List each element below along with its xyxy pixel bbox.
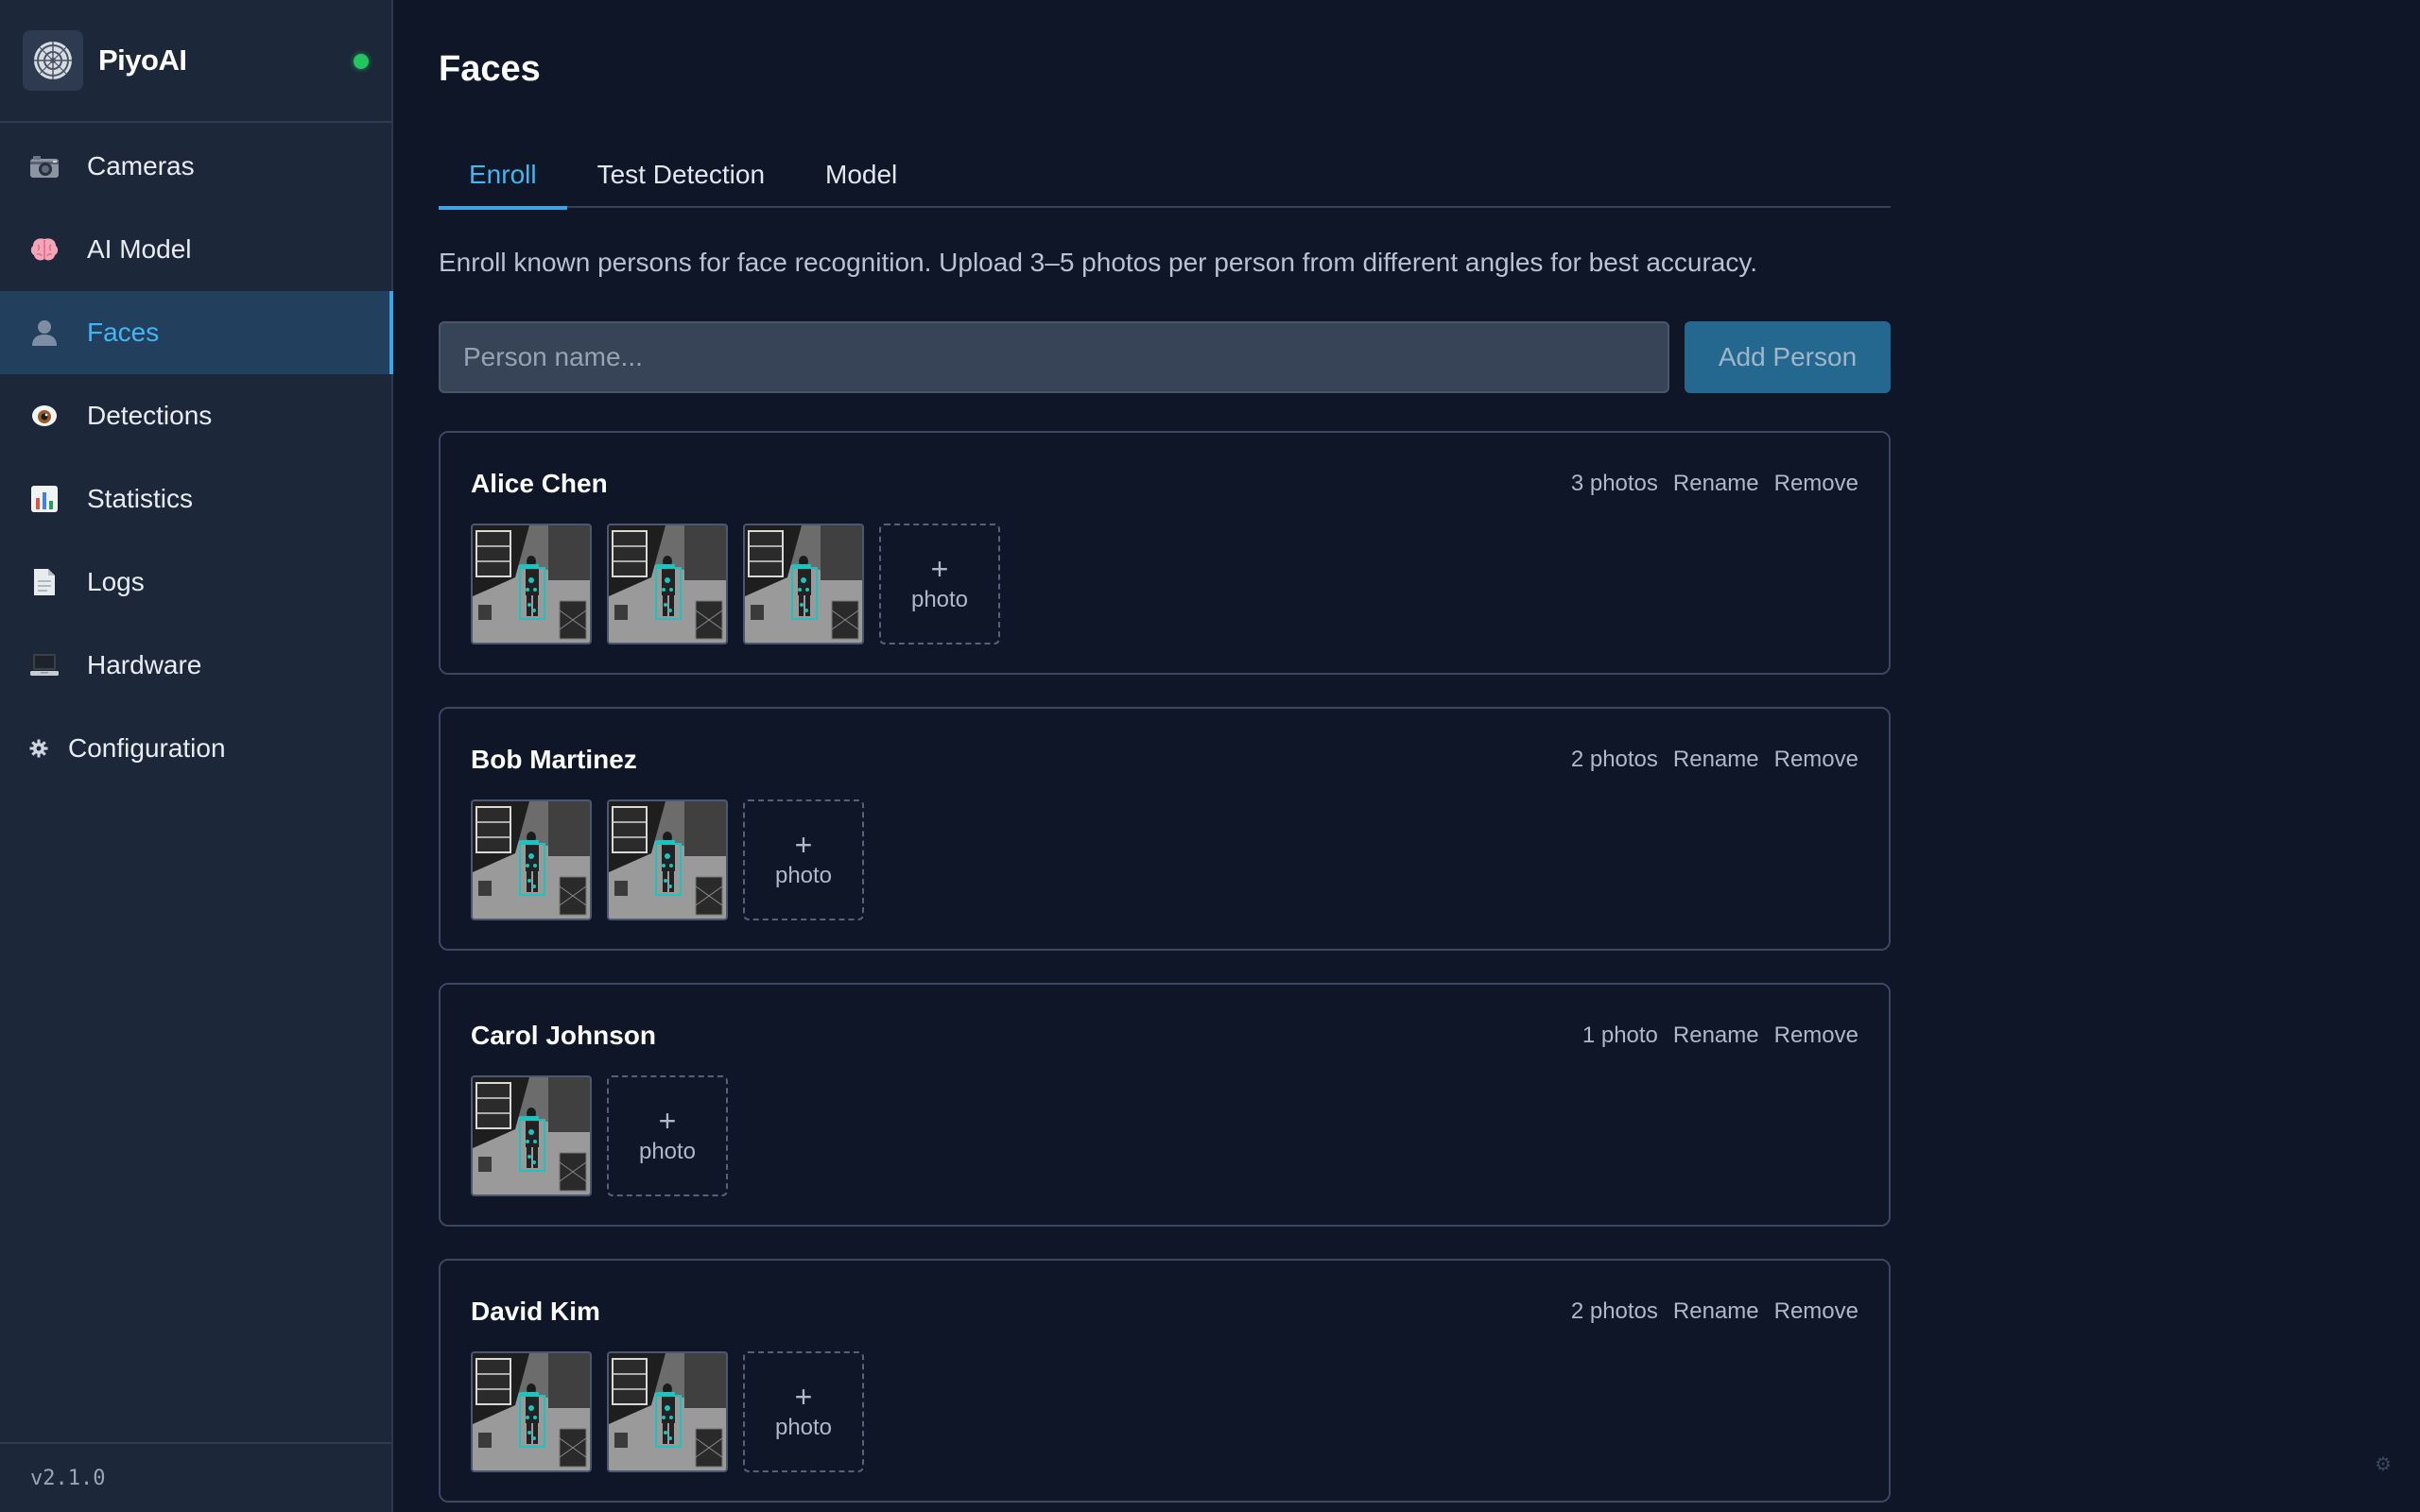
- add-person-button[interactable]: Add Person: [1685, 321, 1891, 393]
- person-name: Alice Chen: [471, 469, 608, 498]
- photo-count: 3 photos: [1570, 471, 1658, 496]
- face-photo-thumbnail[interactable]: [607, 524, 728, 644]
- eye-icon: [28, 404, 60, 428]
- rename-button[interactable]: Rename: [1673, 1022, 1759, 1049]
- sidebar-item-label: Configuration: [68, 733, 226, 763]
- sidebar-item-cameras[interactable]: Cameras: [0, 125, 391, 208]
- plus-icon: +: [930, 552, 949, 586]
- tab-bar: Enroll Test Detection Model: [439, 142, 1891, 210]
- sidebar-nav: Cameras AI Model Faces Detections Statis…: [0, 125, 393, 790]
- face-photo-thumbnail[interactable]: [471, 799, 592, 920]
- person-card-meta: 1 photo Rename Remove: [1582, 1022, 1858, 1049]
- app-logo-icon: [23, 30, 83, 91]
- photo-strip: + photo: [471, 1075, 728, 1196]
- brand-header: PiyoAI: [0, 0, 391, 123]
- brain-icon: [28, 236, 60, 263]
- person-name: Bob Martinez: [471, 745, 637, 774]
- sidebar-item-label: Statistics: [87, 484, 194, 513]
- add-photo-label: photo: [774, 863, 833, 888]
- add-photo-button[interactable]: + photo: [879, 524, 1000, 644]
- sidebar-item-label: Cameras: [87, 151, 195, 180]
- person-card: David Kim 2 photos Rename Remove + photo: [439, 1259, 1891, 1503]
- laptop-icon: [28, 652, 60, 679]
- bar-chart-icon: [28, 485, 60, 513]
- sidebar-item-logs[interactable]: Logs: [0, 541, 391, 624]
- sidebar-item-hardware[interactable]: Hardware: [0, 624, 391, 707]
- sidebar-item-configuration[interactable]: Configuration: [0, 707, 391, 790]
- sidebar-item-ai-model[interactable]: AI Model: [0, 208, 391, 291]
- camera-icon: [28, 154, 60, 179]
- sidebar-item-label: Hardware: [87, 650, 202, 679]
- person-card-meta: 2 photos Rename Remove: [1571, 747, 1858, 773]
- sidebar-item-detections[interactable]: Detections: [0, 374, 391, 457]
- add-person-row: Add Person: [439, 321, 1891, 393]
- photo-count: 2 photos: [1570, 1298, 1658, 1324]
- sidebar-item-label: Logs: [87, 567, 145, 596]
- photo-strip: + photo: [471, 524, 1000, 644]
- person-card-header: Carol Johnson 1 photo Rename Remove: [471, 1019, 1858, 1053]
- sidebar-item-statistics[interactable]: Statistics: [0, 457, 391, 541]
- add-photo-label: photo: [638, 1139, 697, 1164]
- person-name: David Kim: [471, 1297, 600, 1326]
- remove-button[interactable]: Remove: [1774, 1022, 1858, 1049]
- person-card: Bob Martinez 2 photos Rename Remove + ph…: [439, 707, 1891, 951]
- plus-icon: +: [794, 828, 813, 862]
- face-photo-thumbnail[interactable]: [471, 524, 592, 644]
- plus-icon: +: [794, 1380, 813, 1414]
- rename-button[interactable]: Rename: [1673, 747, 1759, 773]
- add-photo-button[interactable]: + photo: [743, 1351, 864, 1472]
- add-photo-label: photo: [774, 1415, 833, 1440]
- status-indicator: [354, 54, 369, 69]
- remove-button[interactable]: Remove: [1774, 1298, 1858, 1325]
- person-card: Carol Johnson 1 photo Rename Remove + ph…: [439, 983, 1891, 1227]
- face-photo-thumbnail[interactable]: [607, 799, 728, 920]
- person-card-meta: 2 photos Rename Remove: [1571, 1298, 1858, 1325]
- settings-gear-icon[interactable]: ⚙: [2375, 1452, 2392, 1476]
- enroll-description: Enroll known persons for face recognitio…: [439, 248, 1758, 277]
- add-photo-label: photo: [910, 587, 969, 612]
- plus-icon: +: [658, 1104, 677, 1138]
- page-title: Faces: [439, 49, 541, 89]
- tab-enroll[interactable]: Enroll: [439, 142, 567, 210]
- person-card-header: Bob Martinez 2 photos Rename Remove: [471, 743, 1858, 777]
- add-photo-button[interactable]: + photo: [743, 799, 864, 920]
- person-name: Carol Johnson: [471, 1021, 657, 1050]
- person-icon: [28, 319, 60, 346]
- photo-count: 1 photo: [1582, 1022, 1658, 1048]
- remove-button[interactable]: Remove: [1774, 471, 1858, 497]
- rename-button[interactable]: Rename: [1673, 1298, 1759, 1325]
- person-card-meta: 3 photos Rename Remove: [1571, 471, 1858, 497]
- photo-strip: + photo: [471, 1351, 864, 1472]
- person-name-input[interactable]: [439, 321, 1669, 393]
- photo-strip: + photo: [471, 799, 864, 920]
- remove-button[interactable]: Remove: [1774, 747, 1858, 773]
- document-icon: [28, 568, 60, 596]
- sidebar-item-label: Detections: [87, 401, 213, 430]
- gear-icon: [28, 739, 49, 758]
- sidebar-item-label: Faces: [87, 318, 160, 347]
- rename-button[interactable]: Rename: [1673, 471, 1759, 497]
- sidebar-item-faces[interactable]: Faces: [0, 291, 393, 374]
- person-card-header: David Kim 2 photos Rename Remove: [471, 1295, 1858, 1329]
- face-photo-thumbnail[interactable]: [471, 1075, 592, 1196]
- tab-model[interactable]: Model: [795, 142, 927, 208]
- photo-count: 2 photos: [1570, 747, 1658, 772]
- face-photo-thumbnail[interactable]: [607, 1351, 728, 1472]
- app-name: PiyoAI: [98, 43, 187, 77]
- tab-test-detection[interactable]: Test Detection: [567, 142, 795, 208]
- version-label: v2.1.0: [0, 1442, 391, 1512]
- person-card: Alice Chen 3 photos Rename Remove + phot…: [439, 431, 1891, 675]
- sidebar-item-label: AI Model: [87, 234, 192, 264]
- person-card-header: Alice Chen 3 photos Rename Remove: [471, 467, 1858, 501]
- face-photo-thumbnail[interactable]: [743, 524, 864, 644]
- sidebar: PiyoAI Cameras AI Model Faces Detections…: [0, 0, 393, 1512]
- face-photo-thumbnail[interactable]: [471, 1351, 592, 1472]
- add-photo-button[interactable]: + photo: [607, 1075, 728, 1196]
